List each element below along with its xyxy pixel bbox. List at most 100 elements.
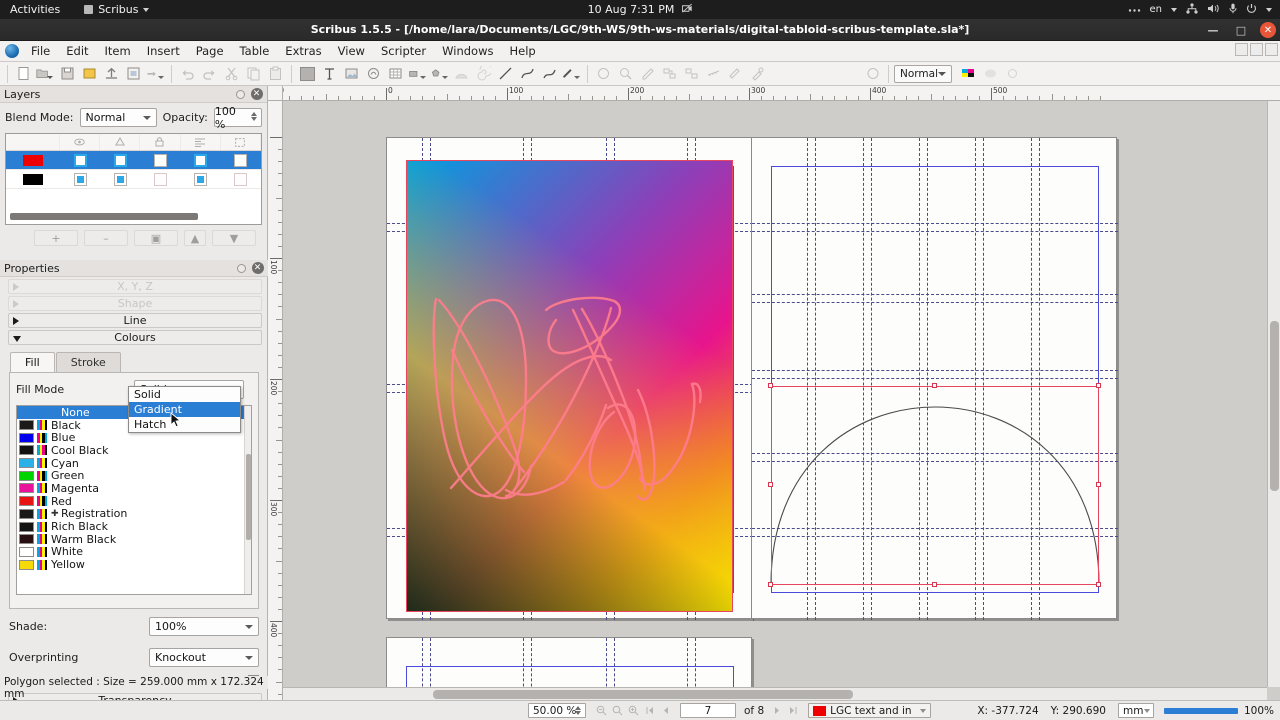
add-layer-button[interactable]: + bbox=[34, 230, 78, 246]
new-document-icon[interactable] bbox=[13, 64, 34, 84]
menu-file[interactable]: File bbox=[23, 41, 58, 61]
layer-color-swatch[interactable] bbox=[6, 173, 60, 185]
resize-handle-ne[interactable] bbox=[1096, 383, 1101, 388]
resize-handle-w[interactable] bbox=[768, 482, 773, 487]
preview-mode-icon[interactable] bbox=[862, 64, 883, 84]
table-row[interactable] bbox=[6, 151, 261, 170]
menu-page[interactable]: Page bbox=[188, 41, 232, 61]
list-item[interactable]: White bbox=[17, 545, 251, 558]
section-colours[interactable]: Colours bbox=[8, 330, 262, 345]
freehand-line-icon[interactable] bbox=[539, 64, 560, 84]
layers-blend-mode-combo[interactable]: Normal bbox=[79, 108, 157, 127]
app-menu-button[interactable]: Scribus bbox=[84, 3, 150, 16]
layers-table[interactable] bbox=[5, 133, 262, 225]
active-layer-selector[interactable]: LGC text and in bbox=[808, 703, 931, 718]
colour-list[interactable]: None Black Blue Cool Black Cyan Green Ma… bbox=[16, 405, 252, 595]
zoom-icon[interactable] bbox=[615, 64, 636, 84]
calligraphic-line-icon[interactable] bbox=[561, 64, 582, 84]
menu-help[interactable]: Help bbox=[501, 41, 543, 61]
canvas-scroll-area[interactable] bbox=[283, 101, 1267, 687]
zoom-in-icon[interactable] bbox=[626, 704, 640, 718]
list-item[interactable]: ✚ Registration bbox=[17, 507, 251, 520]
eyedropper-icon[interactable] bbox=[747, 64, 768, 84]
shade-combo[interactable]: 100% bbox=[149, 617, 259, 636]
float-properties-button[interactable] bbox=[235, 262, 248, 275]
fill-mode-option-solid[interactable]: Solid bbox=[129, 387, 240, 402]
tab-stroke[interactable]: Stroke bbox=[55, 352, 121, 372]
section-xyz[interactable]: X, Y, Z bbox=[8, 279, 262, 294]
mdi-close-icon[interactable] bbox=[1265, 43, 1278, 56]
lower-layer-button[interactable]: ▼ bbox=[212, 230, 256, 246]
keyboard-layout-label[interactable]: en bbox=[1150, 4, 1163, 15]
mdi-minimize-icon[interactable] bbox=[1235, 43, 1248, 56]
resize-handle-sw[interactable] bbox=[768, 582, 773, 587]
spinner-arrows-icon[interactable] bbox=[251, 112, 257, 121]
close-panel-button[interactable]: ✕ bbox=[250, 88, 263, 101]
print-icon[interactable] bbox=[123, 64, 144, 84]
document-page-right[interactable] bbox=[751, 137, 1118, 620]
zoom-100-icon[interactable] bbox=[610, 704, 624, 718]
raise-layer-button[interactable]: ▲ bbox=[184, 230, 206, 246]
menubar[interactable]: File Edit Item Insert Page Table Extras … bbox=[0, 41, 1280, 62]
ruler-origin[interactable] bbox=[268, 86, 283, 101]
zoom-out-icon[interactable] bbox=[594, 704, 608, 718]
layers-button-bar[interactable]: + – ▣ ▲ ▼ bbox=[5, 225, 262, 252]
undo-icon[interactable] bbox=[177, 64, 198, 84]
tab-fill[interactable]: Fill bbox=[10, 352, 55, 372]
layer-visible-checkbox[interactable] bbox=[60, 172, 100, 186]
gnome-status-area[interactable]: en bbox=[1128, 2, 1272, 17]
close-button[interactable]: ✕ bbox=[1260, 22, 1276, 38]
insert-spiral-icon[interactable] bbox=[473, 64, 494, 84]
unit-selector[interactable]: mm bbox=[1117, 703, 1154, 718]
next-page-icon[interactable] bbox=[770, 704, 784, 718]
mdi-restore-icon[interactable] bbox=[1250, 43, 1263, 56]
page-number-input[interactable]: 7 bbox=[680, 703, 736, 718]
canvas-area[interactable]: -1000100200300400500 100200300400 bbox=[268, 86, 1280, 700]
menu-insert[interactable]: Insert bbox=[139, 41, 188, 61]
color-management-icon[interactable] bbox=[958, 64, 979, 84]
export-pdf-icon[interactable] bbox=[145, 64, 166, 84]
maximize-button[interactable]: □ bbox=[1232, 21, 1250, 39]
preview-quality-icon[interactable] bbox=[980, 64, 1001, 84]
menu-windows[interactable]: Windows bbox=[434, 41, 501, 61]
edit-contents-icon[interactable] bbox=[637, 64, 658, 84]
ellipsis-icon[interactable] bbox=[1128, 3, 1141, 16]
resize-handle-e[interactable] bbox=[1096, 482, 1101, 487]
layer-outline-checkbox[interactable] bbox=[221, 153, 261, 167]
document-page-next[interactable] bbox=[386, 637, 752, 687]
cut-icon[interactable] bbox=[221, 64, 242, 84]
resize-handle-n[interactable] bbox=[932, 383, 937, 388]
insert-render-frame-icon[interactable] bbox=[363, 64, 384, 84]
blend-mode-combo[interactable]: Normal bbox=[894, 64, 952, 83]
list-item[interactable]: Cyan bbox=[17, 457, 251, 470]
duplicate-layer-button[interactable]: ▣ bbox=[134, 230, 178, 246]
menu-view[interactable]: View bbox=[330, 41, 373, 61]
table-row[interactable] bbox=[6, 170, 261, 189]
document-page-left[interactable] bbox=[386, 137, 753, 620]
list-item[interactable]: Blue bbox=[17, 431, 251, 444]
first-page-icon[interactable] bbox=[642, 704, 656, 718]
copy-item-properties-icon[interactable] bbox=[725, 64, 746, 84]
measurements-icon[interactable] bbox=[703, 64, 724, 84]
layer-outline-checkbox[interactable] bbox=[221, 172, 261, 186]
canvas-horizontal-scrollbar[interactable] bbox=[283, 687, 1267, 700]
menu-extras[interactable]: Extras bbox=[277, 41, 329, 61]
insert-image-frame-icon[interactable] bbox=[341, 64, 362, 84]
redo-icon[interactable] bbox=[199, 64, 220, 84]
insert-bezier-icon[interactable] bbox=[517, 64, 538, 84]
copy-icon[interactable] bbox=[243, 64, 264, 84]
insert-shape-icon[interactable] bbox=[407, 64, 428, 84]
overprinting-combo[interactable]: Knockout bbox=[149, 648, 259, 667]
canvas-vertical-scrollbar[interactable] bbox=[1267, 101, 1280, 687]
remove-layer-button[interactable]: – bbox=[84, 230, 128, 246]
insert-table-icon[interactable] bbox=[385, 64, 406, 84]
layer-flow-checkbox[interactable] bbox=[181, 153, 221, 167]
main-toolbar[interactable]: Normal bbox=[0, 62, 1280, 86]
resize-handle-se[interactable] bbox=[1096, 582, 1101, 587]
colour-list-scrollbar[interactable] bbox=[244, 406, 251, 594]
window-controls[interactable]: — □ ✕ bbox=[1204, 21, 1276, 39]
insert-arc-icon[interactable] bbox=[451, 64, 472, 84]
list-item[interactable]: Yellow bbox=[17, 558, 251, 571]
visual-appearance-icon[interactable] bbox=[1002, 64, 1023, 84]
float-panel-button[interactable] bbox=[234, 88, 247, 101]
